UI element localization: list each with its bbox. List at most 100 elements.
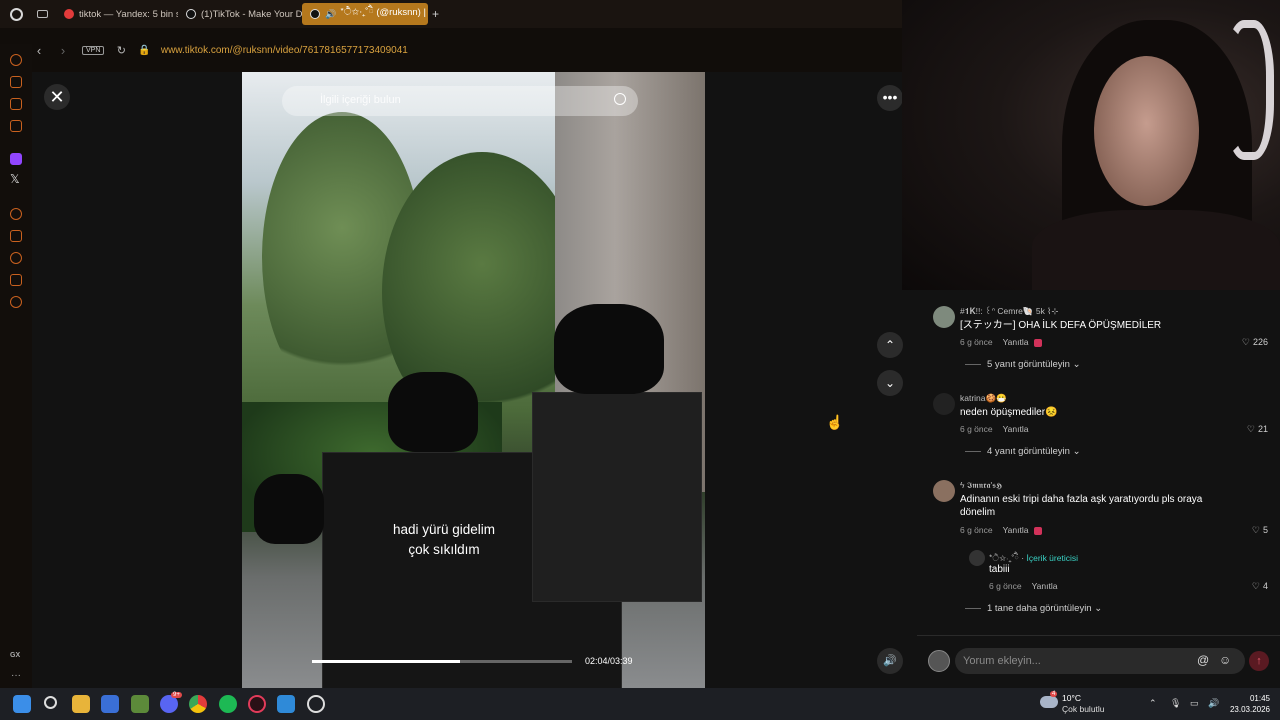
reply-button[interactable]: Yanıtla xyxy=(1003,424,1029,434)
comment-age: 6 g önce xyxy=(960,337,993,347)
tiktok-favicon-icon xyxy=(310,9,320,19)
emoji-icon[interactable]: ☺ xyxy=(1219,653,1231,667)
history-icon[interactable] xyxy=(10,252,22,264)
chevron-down-icon: ⌄ xyxy=(1072,446,1081,457)
weather-desc: Çok bulutlu xyxy=(1062,704,1105,714)
tiktok-favicon-icon xyxy=(186,9,196,19)
windows-start-icon[interactable] xyxy=(13,695,31,713)
video-search-placeholder: İlgili içeriği bulun xyxy=(320,94,401,106)
like-button[interactable]: ♡ 21 xyxy=(1247,424,1268,435)
system-clock[interactable]: 01:45 23.03.2026 xyxy=(1228,693,1270,715)
avatar[interactable] xyxy=(933,306,955,328)
microsoft-store-icon[interactable] xyxy=(101,695,119,713)
comment-meta: 6 g önce Yanıtla xyxy=(960,337,1043,347)
volume-icon[interactable]: 🔊 xyxy=(1208,698,1219,709)
clock-date: 23.03.2026 xyxy=(1229,705,1270,714)
screen: { "browser": { "tabs": [ {"label": "tikt… xyxy=(0,0,1280,720)
lock-icon[interactable]: 🔒 xyxy=(138,45,150,56)
gx-control-icon[interactable] xyxy=(10,76,22,88)
like-count: 226 xyxy=(1252,337,1268,347)
webcam-person-face xyxy=(1094,56,1199,206)
view-more-replies-button[interactable]: 1 tane daha görüntüleyin ⌄ xyxy=(965,603,1102,614)
new-tab-button[interactable]: + xyxy=(432,7,439,21)
volume-button[interactable]: 🔊 xyxy=(877,648,903,674)
next-video-button[interactable]: ⌄ xyxy=(877,370,903,396)
weather-temp: 10°C xyxy=(1062,693,1081,703)
tab-tiktok-video[interactable]: 🔊 *ੈ✩‧₊˚ཻ (@ruksnn) | Ti xyxy=(302,3,428,25)
chevron-up-icon[interactable]: ⌃ xyxy=(1149,698,1157,709)
url-field[interactable]: www.tiktok.com/@ruksnn/video/76178165771… xyxy=(161,45,408,56)
speed-dial-icon[interactable] xyxy=(10,54,22,66)
divider xyxy=(965,450,981,452)
comment-username[interactable]: #𝟏𝐊!!: ꒰ᐢ Cemre🐚 5k ⌇⊹ xyxy=(960,306,1058,317)
tab-yandex[interactable]: tiktok — Yandex: 5 bin son xyxy=(56,3,178,25)
pinboard-icon[interactable] xyxy=(10,274,22,286)
more-icon[interactable]: ··· xyxy=(11,670,21,681)
extensions-icon[interactable] xyxy=(10,230,22,242)
file-explorer-icon[interactable] xyxy=(72,695,90,713)
divider xyxy=(965,363,981,365)
steam-icon[interactable] xyxy=(307,695,325,713)
divider xyxy=(965,607,981,609)
video-character-right xyxy=(532,392,702,602)
comment-username[interactable]: ϟ 𝕴𝖒𝖓𝖗𝖆'𝖘𝕳 xyxy=(960,480,1002,491)
view-replies-button[interactable]: 4 yanıt görüntüleyin ⌄ xyxy=(965,446,1081,457)
webcam-headset xyxy=(1224,20,1274,160)
app-icon[interactable] xyxy=(277,695,295,713)
video-player[interactable]: İlgili içeriği bulun hadi yürü gidelim ç… xyxy=(242,72,705,688)
avatar[interactable] xyxy=(928,650,950,672)
minecraft-icon[interactable] xyxy=(131,695,149,713)
spotify-icon[interactable] xyxy=(219,695,237,713)
messenger-icon[interactable] xyxy=(10,120,22,132)
tab-tiktok-home[interactable]: (1)TikTok - Make Your Day xyxy=(178,3,302,25)
vpn-badge[interactable]: VPN xyxy=(82,45,105,55)
like-count: 5 xyxy=(1262,525,1268,535)
back-icon[interactable]: ‹ xyxy=(32,43,46,58)
settings-icon[interactable] xyxy=(10,296,22,308)
avatar[interactable] xyxy=(933,480,955,502)
x-twitter-icon[interactable]: 𝕏 xyxy=(10,172,20,186)
like-button[interactable]: ♡ 5 xyxy=(1252,525,1268,536)
video-progress-fill xyxy=(312,660,460,663)
sidebar: 𝕏 GX ··· xyxy=(0,44,32,688)
speaker-icon[interactable]: 🔊 xyxy=(325,9,336,20)
view-replies-button[interactable]: 5 yanıt görüntüleyin ⌄ xyxy=(965,359,1081,370)
heart-icon: ♡ xyxy=(1241,337,1250,347)
chevron-down-icon: ⌄ xyxy=(1094,603,1103,614)
previous-video-button[interactable]: ⌃ xyxy=(877,332,903,358)
comment-meta: 6 g önce Yanıtla xyxy=(960,424,1028,434)
gx-label[interactable]: GX xyxy=(10,652,20,659)
heart-icon: ♡ xyxy=(1251,581,1260,591)
video-progress-bar[interactable] xyxy=(312,660,572,663)
search-icon[interactable] xyxy=(614,93,626,105)
send-button[interactable]: ↑ xyxy=(1249,651,1269,671)
workspace-icon[interactable] xyxy=(37,10,48,18)
player-icon[interactable] xyxy=(10,208,22,220)
hand-cursor-icon: ☝ xyxy=(826,414,844,430)
address-bar-row: ‹ › VPN ↻ 🔒 www.tiktok.com/@ruksnn/video… xyxy=(0,28,902,72)
mention-icon[interactable]: @ xyxy=(1197,653,1209,667)
microphone-icon[interactable]: 🎙 xyxy=(1170,698,1181,709)
twitch-icon[interactable] xyxy=(10,153,22,165)
gx-corner-icon[interactable] xyxy=(10,98,22,110)
like-button[interactable]: ♡ 226 xyxy=(1242,337,1268,348)
opera-logo-icon[interactable] xyxy=(10,7,23,21)
display-icon[interactable]: ▭ xyxy=(1190,698,1199,709)
opera-gx-icon[interactable] xyxy=(248,695,266,713)
reply-button[interactable]: Yanıtla xyxy=(1003,525,1029,535)
search-icon[interactable] xyxy=(44,696,57,709)
like-button[interactable]: ♡ 4 xyxy=(1252,581,1268,592)
chrome-icon[interactable] xyxy=(189,695,207,713)
avatar[interactable] xyxy=(969,550,985,566)
more-options-button[interactable]: ••• xyxy=(877,85,903,111)
forward-icon[interactable]: › xyxy=(56,43,70,58)
webcam-person-body xyxy=(1032,210,1280,290)
reply-button[interactable]: Yanıtla xyxy=(1032,581,1058,591)
video-caption: hadi yürü gidelim çok sıkıldım xyxy=(242,520,646,560)
avatar[interactable] xyxy=(933,393,955,415)
reply-button[interactable]: Yanıtla xyxy=(1003,337,1029,347)
close-button[interactable]: ✕ xyxy=(44,84,70,110)
reload-icon[interactable]: ↻ xyxy=(114,44,128,57)
comment-username[interactable]: katrina🍪😷 xyxy=(960,393,1007,404)
video-search-bar[interactable]: İlgili içeriği bulun xyxy=(282,86,638,116)
